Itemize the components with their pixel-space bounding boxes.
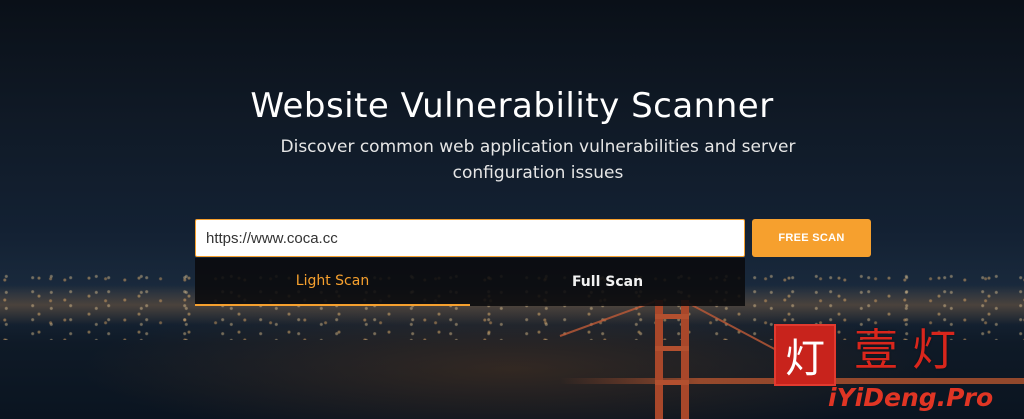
free-scan-button[interactable]: FREE SCAN <box>752 219 871 257</box>
watermark-domain: iYiDeng.Pro <box>828 383 994 412</box>
url-input[interactable] <box>195 219 745 257</box>
page-title: Website Vulnerability Scanner <box>250 86 774 126</box>
bridge-tower <box>655 300 689 419</box>
scan-type-tabs: Light Scan Full Scan <box>195 258 745 306</box>
watermark-seal: 灯 <box>774 324 836 386</box>
watermark-logo: 灯 壹灯 iYiDeng.Pro <box>774 322 1014 414</box>
page-subtitle: Discover common web application vulnerab… <box>280 137 796 183</box>
tab-light-scan[interactable]: Light Scan <box>195 258 470 306</box>
tab-full-scan[interactable]: Full Scan <box>470 258 745 306</box>
watermark-chars: 壹灯 <box>854 325 970 376</box>
